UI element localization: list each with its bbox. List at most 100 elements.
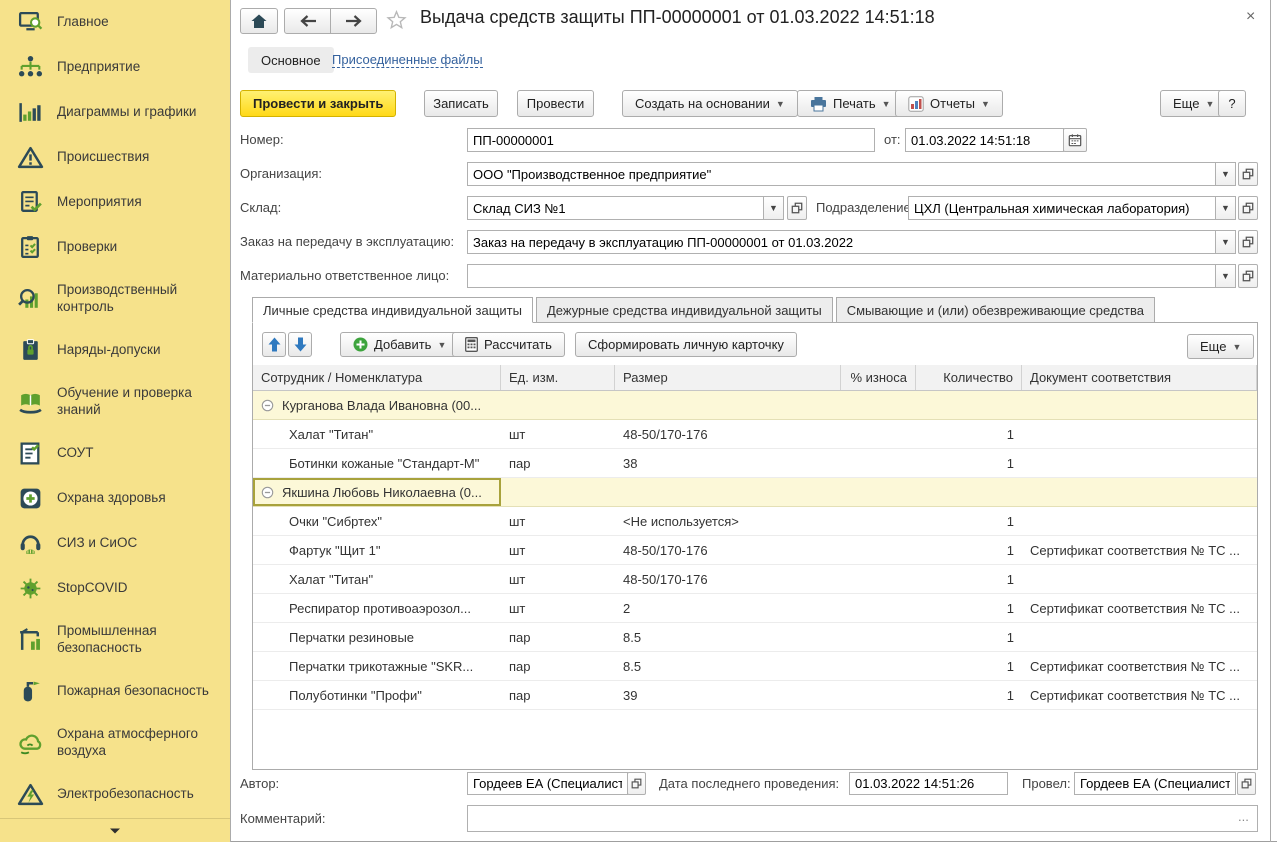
organization-dropdown-button[interactable]: ▼ xyxy=(1215,162,1236,186)
responsible-open-button[interactable] xyxy=(1238,264,1258,288)
headset-glove-icon xyxy=(16,530,44,558)
sidebar-item-inspections[interactable]: Проверки xyxy=(0,225,230,270)
author-label: Автор: xyxy=(240,776,279,791)
forward-button[interactable] xyxy=(330,8,377,34)
table-row[interactable]: Перчатки резиновыепар 8.5 1 xyxy=(253,623,1257,652)
move-up-button[interactable] xyxy=(262,332,286,357)
table-row-group-selected[interactable]: Якшина Любовь Николаевна (0... xyxy=(253,478,1257,507)
home-button[interactable] xyxy=(240,8,278,34)
department-dropdown-button[interactable]: ▼ xyxy=(1215,196,1236,220)
sidebar-collapse-button[interactable] xyxy=(0,818,230,842)
tab-personal-ppe[interactable]: Личные средства индивидуальной защиты xyxy=(252,297,533,323)
calculate-button[interactable]: Рассчитать xyxy=(452,332,565,357)
column-header[interactable]: Ед. изм. xyxy=(501,365,615,390)
responsible-dropdown-button[interactable]: ▼ xyxy=(1215,264,1236,288)
column-header[interactable]: Размер xyxy=(615,365,841,390)
column-header[interactable]: % износа xyxy=(841,365,916,390)
electric-hazard-icon xyxy=(16,781,44,809)
column-header[interactable]: Сотрудник / Номенклатура xyxy=(253,365,501,390)
transfer-order-input[interactable] xyxy=(467,230,1216,254)
create-based-on-button[interactable]: Создать на основании▼ xyxy=(622,90,798,117)
posted-by-open-button[interactable] xyxy=(1237,772,1256,795)
department-open-button[interactable] xyxy=(1238,196,1258,220)
sidebar-item-enterprise[interactable]: Предприятие xyxy=(0,45,230,90)
print-button[interactable]: Печать▼ xyxy=(797,90,904,117)
transfer-order-label: Заказ на передачу в эксплуатацию: xyxy=(240,234,454,249)
warehouse-label: Склад: xyxy=(240,200,281,215)
help-button[interactable]: ? xyxy=(1218,90,1246,117)
sidebar-item-health[interactable]: Охрана здоровья xyxy=(0,476,230,521)
sidebar-item-industrial-safety[interactable]: Промышленная безопасность xyxy=(0,611,230,669)
tab-attached-files[interactable]: Присоединенные файлы xyxy=(332,52,483,68)
sidebar-item-ppe[interactable]: СИЗ и СиОС xyxy=(0,521,230,566)
comment-more-button[interactable]: ... xyxy=(1238,809,1249,824)
warehouse-dropdown-button[interactable]: ▼ xyxy=(763,196,784,220)
column-header[interactable]: Документ соответствия xyxy=(1022,365,1257,390)
organization-open-button[interactable] xyxy=(1238,162,1258,186)
warehouse-open-button[interactable] xyxy=(787,196,807,220)
table-row-group[interactable]: Курганова Влада Ивановна (00... xyxy=(253,391,1257,420)
table-more-button[interactable]: Еще▼ xyxy=(1187,334,1254,359)
department-input[interactable] xyxy=(908,196,1216,220)
responsible-person-label: Материально ответственное лицо: xyxy=(240,268,449,283)
table-row[interactable]: Фартук "Щит 1"шт 48-50/170-176 1Сертифик… xyxy=(253,536,1257,565)
tab-cleansing-agents[interactable]: Смывающие и (или) обезвреживающие средст… xyxy=(836,297,1155,323)
move-down-button[interactable] xyxy=(288,332,312,357)
reports-button[interactable]: Отчеты▼ xyxy=(895,90,1003,117)
favorite-star-icon[interactable] xyxy=(386,10,407,30)
number-input[interactable] xyxy=(467,128,875,152)
number-label: Номер: xyxy=(240,132,284,147)
responsible-person-input[interactable] xyxy=(467,264,1216,288)
sidebar-item-label: Мероприятия xyxy=(57,194,219,211)
comment-input[interactable] xyxy=(467,805,1258,832)
table-row[interactable]: Респиратор противоаэрозол...шт 2 1Сертиф… xyxy=(253,594,1257,623)
open-icon xyxy=(791,202,803,214)
sidebar-item-label: Пожарная безопасность xyxy=(57,683,219,700)
sidebar-item-charts[interactable]: Диаграммы и графики xyxy=(0,90,230,135)
collapse-minus-icon[interactable] xyxy=(261,399,275,412)
date-input[interactable] xyxy=(905,128,1064,152)
warehouse-input[interactable] xyxy=(467,196,764,220)
organization-input[interactable] xyxy=(467,162,1216,186)
table-header-row: Сотрудник / Номенклатура Ед. изм. Размер… xyxy=(253,365,1257,391)
table-row[interactable]: Полуботинки "Профи"пар 39 1Сертификат со… xyxy=(253,681,1257,710)
author-open-button[interactable] xyxy=(627,772,646,795)
close-icon[interactable]: × xyxy=(1246,8,1255,26)
author-input[interactable] xyxy=(467,772,628,795)
post-and-close-button[interactable]: Провести и закрыть xyxy=(240,90,396,117)
back-button[interactable] xyxy=(284,8,331,34)
collapse-minus-icon[interactable] xyxy=(261,486,275,499)
column-header[interactable]: Количество xyxy=(916,365,1022,390)
transfer-order-dropdown-button[interactable]: ▼ xyxy=(1215,230,1236,254)
add-button[interactable]: Добавить▼ xyxy=(340,332,459,357)
sidebar-item-events[interactable]: Мероприятия xyxy=(0,180,230,225)
sidebar-item-home[interactable]: Главное xyxy=(0,0,230,45)
open-icon xyxy=(631,778,642,789)
sidebar-item-production-control[interactable]: Производственный контроль xyxy=(0,270,230,328)
post-button[interactable]: Провести xyxy=(517,90,594,117)
sidebar-item-stopcovid[interactable]: StopCOVID xyxy=(0,566,230,611)
sidebar-item-training[interactable]: Обучение и проверка знаний xyxy=(0,373,230,431)
table-row[interactable]: Очки "Сибртех"шт <Не используется> 1 xyxy=(253,507,1257,536)
posted-by-input[interactable] xyxy=(1074,772,1236,795)
sidebar-item-electrical-safety[interactable]: Электробезопасность xyxy=(0,772,230,817)
chevron-down-icon: ▼ xyxy=(1221,271,1230,281)
transfer-order-open-button[interactable] xyxy=(1238,230,1258,254)
calendar-button[interactable] xyxy=(1063,128,1087,152)
generate-personal-card-button[interactable]: Сформировать личную карточку xyxy=(575,332,797,357)
tab-main[interactable]: Основное xyxy=(248,47,334,73)
clipboard-check-icon xyxy=(16,234,44,262)
save-button[interactable]: Записать xyxy=(424,90,498,117)
sidebar-item-work-permits[interactable]: Наряды-допуски xyxy=(0,328,230,373)
table-row[interactable]: Ботинки кожаные "Стандарт-М"пар 38 1 xyxy=(253,449,1257,478)
last-posted-input[interactable] xyxy=(849,772,1008,795)
table-row[interactable]: Халат "Титан"шт 48-50/170-176 1 xyxy=(253,565,1257,594)
sidebar-item-fire-safety[interactable]: Пожарная безопасность xyxy=(0,669,230,714)
sidebar-item-air-protection[interactable]: Охрана атмосферного воздуха xyxy=(0,714,230,772)
tab-duty-ppe[interactable]: Дежурные средства индивидуальной защиты xyxy=(536,297,833,323)
sidebar-item-incidents[interactable]: Происшествия xyxy=(0,135,230,180)
sidebar: Главное Предприятие Диаграммы и графики … xyxy=(0,0,231,842)
sidebar-item-sout[interactable]: СОУТ xyxy=(0,431,230,476)
table-row[interactable]: Перчатки трикотажные "SKR...пар 8.5 1Сер… xyxy=(253,652,1257,681)
table-row[interactable]: Халат "Титан"шт 48-50/170-176 1 xyxy=(253,420,1257,449)
